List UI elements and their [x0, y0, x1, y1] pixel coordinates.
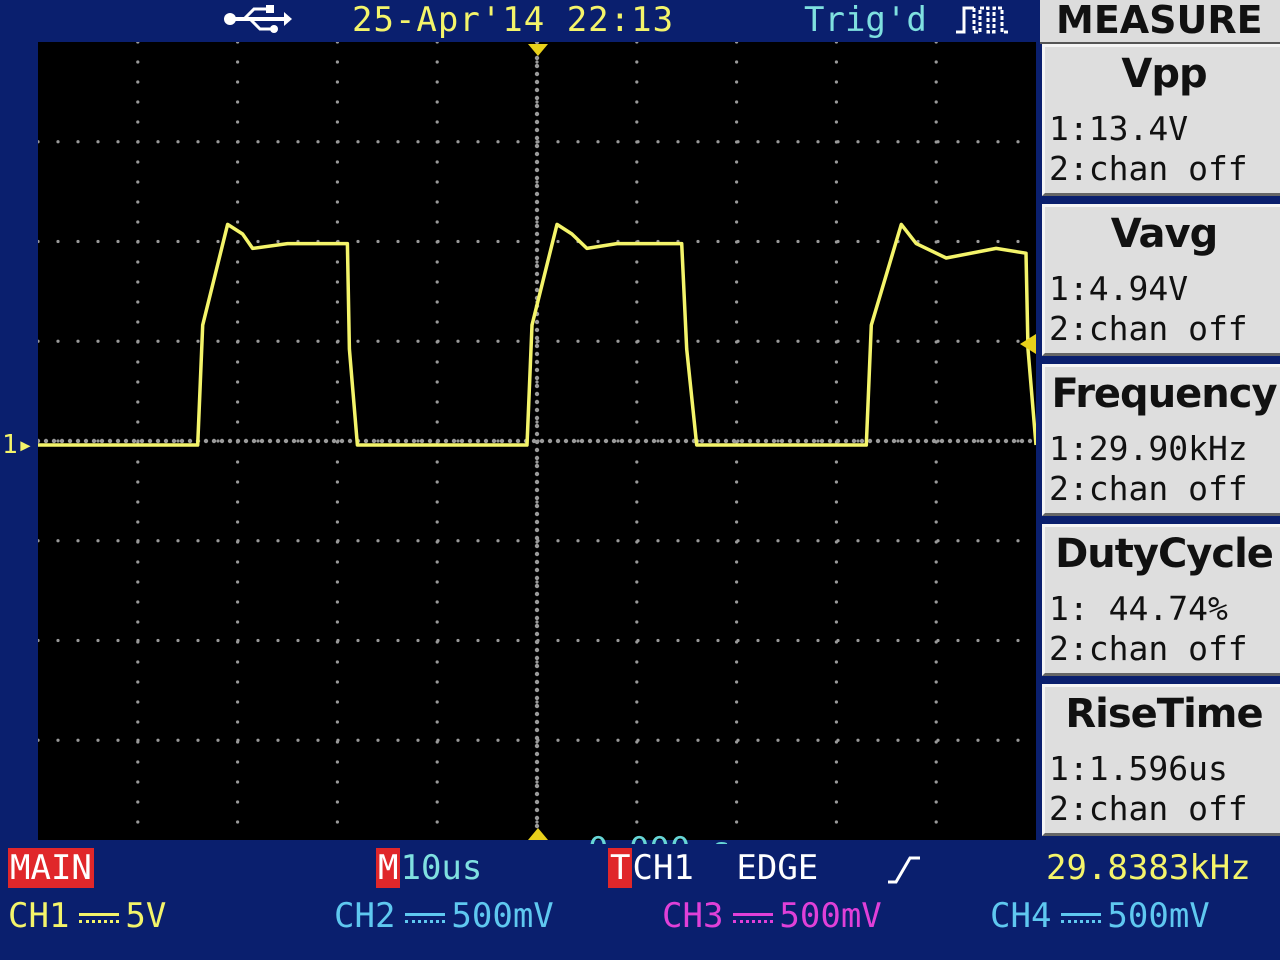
trigger-position-marker-top[interactable] — [528, 44, 548, 56]
measure-item-frequency[interactable]: Frequency 1:29.90kHz 2:chan off — [1042, 364, 1280, 516]
measure-label: DutyCycle — [1055, 531, 1274, 577]
datetime: 25-Apr'14 22:13 — [352, 0, 675, 40]
measure-ch1-value: 1:29.90kHz — [1049, 429, 1248, 468]
measure-item-dutycycle[interactable]: DutyCycle 1: 44.74% 2:chan off — [1042, 524, 1280, 676]
measure-item-risetime[interactable]: RiseTime 1:1.596us 2:chan off — [1042, 684, 1280, 836]
trigger-badge: T — [608, 848, 633, 888]
ch1-scale[interactable]: CH1 5V — [8, 896, 166, 936]
trigger-status: Trig'd — [804, 0, 927, 40]
mode-badge: MAIN — [8, 848, 94, 888]
measure-ch1-value: 1:1.596us — [1049, 749, 1228, 788]
measure-label: Vavg — [1110, 211, 1218, 257]
ch1-ground-marker[interactable]: 1▸ — [2, 430, 33, 460]
dc-coupling-icon — [79, 911, 120, 925]
rising-edge-icon — [888, 856, 920, 884]
trigger-position-marker-bottom[interactable] — [528, 828, 548, 840]
trigger-type: EDGE — [736, 848, 819, 888]
trigger-setting[interactable]: TCH1 EDGE — [608, 848, 818, 888]
usb-icon — [224, 5, 292, 33]
dc-coupling-icon — [733, 911, 774, 925]
ch1-waveform — [38, 222, 1036, 447]
dc-coupling-icon — [1061, 911, 1102, 925]
ch2-scale[interactable]: CH2 500mV — [334, 896, 554, 936]
ch4-scale[interactable]: CH4 500mV — [990, 896, 1210, 936]
measure-ch1-value: 1:4.94V — [1049, 269, 1189, 308]
measure-item-vavg[interactable]: Vavg 1:4.94V 2:chan off — [1042, 204, 1280, 356]
measure-ch2-value: 2:chan off — [1049, 629, 1248, 668]
waveform-display[interactable]: 0.000 s — [38, 42, 1036, 870]
trigger-frequency: 29.8383kHz — [1046, 848, 1251, 888]
trigger-source: CH1 — [632, 848, 694, 888]
measure-ch2-value: 2:chan off — [1049, 789, 1248, 828]
measure-menu-title: MEASURE — [1040, 0, 1280, 44]
measure-ch2-value: 2:chan off — [1049, 149, 1248, 188]
timebase-value: 10us — [400, 848, 483, 888]
bottom-status-bar: MAIN M10us TCH1 EDGE 29.8383kHz CH1 5V CH… — [0, 844, 1280, 960]
dc-coupling-icon — [405, 911, 446, 925]
measure-ch2-value: 2:chan off — [1049, 309, 1248, 348]
timebase-badge: M — [376, 848, 401, 888]
measure-ch1-value: 1: 44.74% — [1049, 589, 1228, 628]
measure-label: Vpp — [1121, 51, 1207, 97]
square-pulse-icon — [956, 6, 1008, 34]
measure-label: Frequency — [1051, 371, 1277, 417]
ch1-trace — [38, 44, 1036, 840]
measure-ch2-value: 2:chan off — [1049, 469, 1248, 508]
ch3-scale[interactable]: CH3 500mV — [662, 896, 882, 936]
status-bar: 25-Apr'14 22:13 Trig'd — [0, 0, 1040, 40]
timebase[interactable]: M10us — [376, 848, 482, 888]
measure-label: RiseTime — [1065, 691, 1263, 737]
measure-item-vpp[interactable]: Vpp 1:13.4V 2:chan off — [1042, 44, 1280, 196]
measure-ch1-value: 1:13.4V — [1049, 109, 1189, 148]
